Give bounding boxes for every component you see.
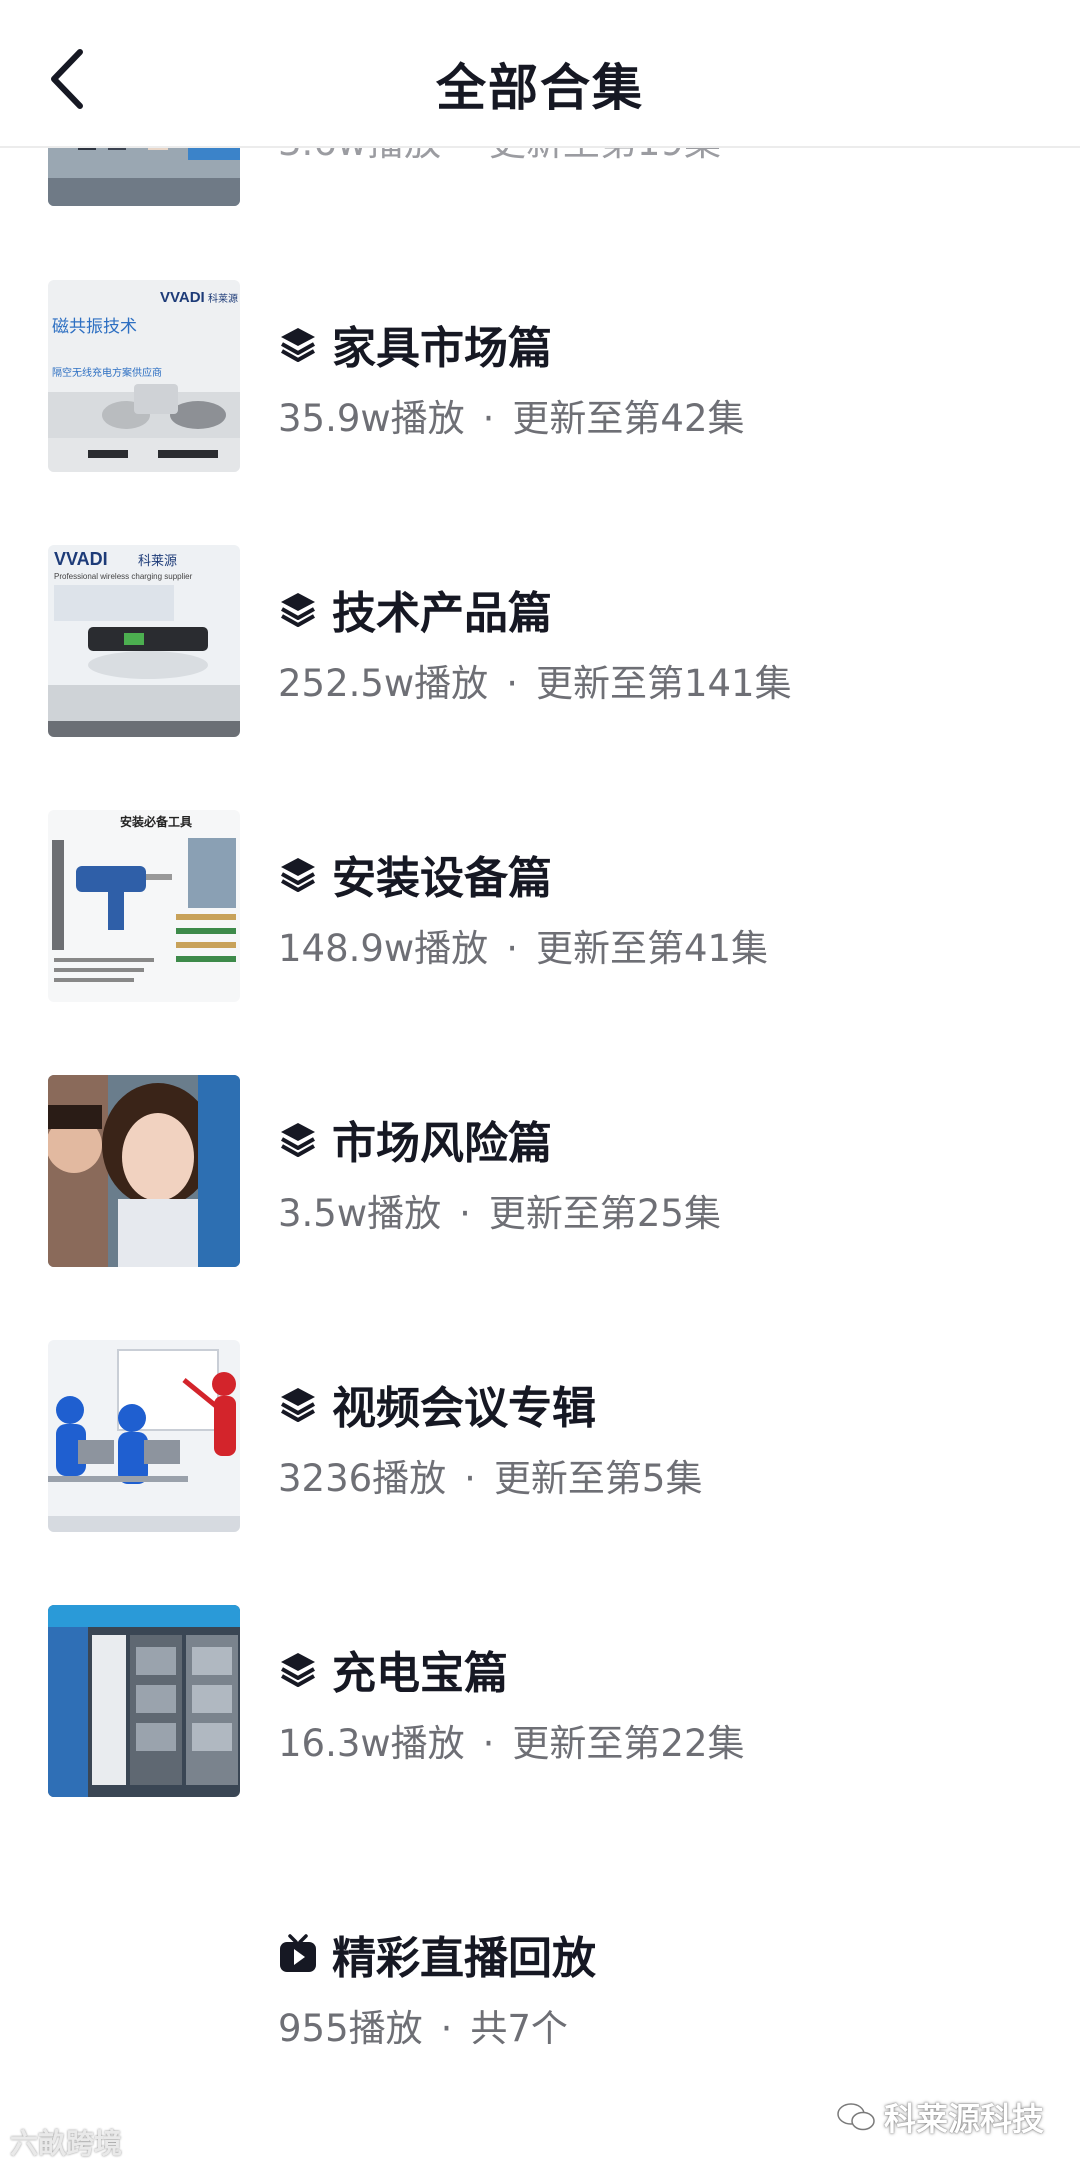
svg-text:科莱源: 科莱源 (138, 554, 177, 569)
update-status: 更新至第141集 (535, 662, 792, 705)
watermark-right: 科莱源科技 (836, 2094, 1044, 2140)
separator-dot: · (506, 927, 518, 970)
list-item[interactable]: 市场风险篇 3.5w播放 · 更新至第25集 (0, 1075, 1080, 1275)
item-title-text: 家具市场篇 (332, 323, 552, 374)
play-count: 3.5w播放 (278, 1192, 442, 1235)
item-stats: 148.9w播放 · 更新至第41集 (278, 918, 768, 972)
layers-icon (281, 1123, 315, 1157)
play-count: 35.9w播放 (278, 397, 465, 440)
update-status: 更新至第22集 (512, 1722, 745, 1765)
thumbnail: 安装必备工具 (48, 810, 240, 1002)
thumbnail: VVADI 科莱源 磁共振技术 隔空无线充电方案供应商 (48, 280, 240, 472)
item-title: 视频会议专辑 (278, 1372, 596, 1436)
item-title-text: 市场风险篇 (332, 1118, 552, 1169)
item-title-text: 安装设备篇 (332, 853, 552, 904)
play-count: 16.3w播放 (278, 1722, 465, 1765)
svg-text:安装必备工具: 安装必备工具 (120, 814, 192, 829)
play-count: 3236播放 (278, 1457, 447, 1500)
svg-text:Professional wireless charging: Professional wireless charging supplier (54, 572, 193, 581)
play-count: 148.9w播放 (278, 927, 489, 970)
item-title: 市场风险篇 (278, 1107, 552, 1171)
list-item[interactable]: VVADI 科莱源 Professional wireless charging… (0, 545, 1080, 745)
live-replay-icon (280, 1934, 316, 1972)
layers-icon (281, 1653, 315, 1687)
separator-dot: · (440, 2007, 453, 2050)
item-title: 精彩直播回放 (278, 1922, 596, 1986)
item-title-text: 精彩直播回放 (332, 1933, 596, 1984)
watermark-left: 六畝跨境 (10, 2122, 122, 2162)
watermark-right-text: 科莱源科技 (883, 2100, 1044, 2138)
separator-dot: · (459, 1192, 471, 1235)
thumbnail: VVADI 科莱源 Professional wireless charging… (48, 545, 240, 737)
update-status: 更新至第41集 (535, 927, 769, 970)
list-item[interactable]: 充电宝篇 16.3w播放 · 更新至第22集 (0, 1605, 1080, 1805)
live-replay-item[interactable]: 精彩直播回放 955播放 · 共7个 (0, 1890, 1080, 2090)
top-bar: 全部合集 (0, 0, 1080, 148)
item-title: 安装设备篇 (278, 842, 552, 906)
svg-text:VVADI: VVADI (54, 549, 108, 569)
update-status: 更新至第42集 (512, 397, 745, 440)
layers-icon (281, 1388, 315, 1422)
thumbnail (48, 1605, 240, 1797)
svg-text:隔空无线充电方案供应商: 隔空无线充电方案供应商 (52, 366, 162, 379)
item-count: 共7个 (470, 2007, 568, 2050)
separator-dot: · (482, 397, 495, 440)
play-count: 252.5w播放 (278, 662, 489, 705)
list-item[interactable]: 安装必备工具 安装设备篇 148.9w播放 · 更新至第41集 (0, 810, 1080, 1010)
item-title: 技术产品篇 (278, 577, 552, 641)
update-status: 更新至第5集 (493, 1457, 703, 1500)
layers-icon (281, 328, 315, 362)
thumb-brand: VVADI (160, 289, 205, 306)
item-title: 充电宝篇 (278, 1637, 508, 1701)
item-title-text: 视频会议专辑 (332, 1383, 596, 1434)
page-title: 全部合集 (436, 59, 644, 117)
thumbnail (48, 1340, 240, 1532)
separator-dot: · (464, 1457, 476, 1500)
item-stats: 16.3w播放 · 更新至第22集 (278, 1713, 745, 1767)
separator-dot: · (482, 1722, 495, 1765)
wechat-icon (837, 2103, 875, 2131)
watermark-left-text: 六畝跨境 (10, 2127, 123, 2160)
item-title-text: 技术产品篇 (332, 588, 552, 639)
item-stats: 35.9w播放 · 更新至第42集 (278, 388, 745, 442)
item-stats: 955播放 · 共7个 (278, 1998, 568, 2052)
layers-icon (281, 858, 315, 892)
play-count: 955播放 (278, 2007, 423, 2050)
item-title: 家具市场篇 (278, 312, 552, 376)
svg-text:磁共振技术: 磁共振技术 (52, 317, 137, 337)
list-item[interactable]: 视频会议专辑 3236播放 · 更新至第5集 (0, 1340, 1080, 1540)
item-stats: 3236播放 · 更新至第5集 (278, 1448, 702, 1502)
update-status: 更新至第25集 (488, 1192, 721, 1235)
item-stats: 3.5w播放 · 更新至第25集 (278, 1183, 721, 1237)
svg-text:科莱源: 科莱源 (208, 292, 238, 305)
item-title-text: 充电宝篇 (332, 1648, 508, 1699)
separator-dot: · (506, 662, 518, 705)
item-stats: 252.5w播放 · 更新至第141集 (278, 653, 792, 707)
layers-icon (281, 593, 315, 627)
thumbnail (48, 1075, 240, 1267)
list-item[interactable]: VVADI 科莱源 磁共振技术 隔空无线充电方案供应商 家具市场篇 35.9w播… (0, 280, 1080, 480)
